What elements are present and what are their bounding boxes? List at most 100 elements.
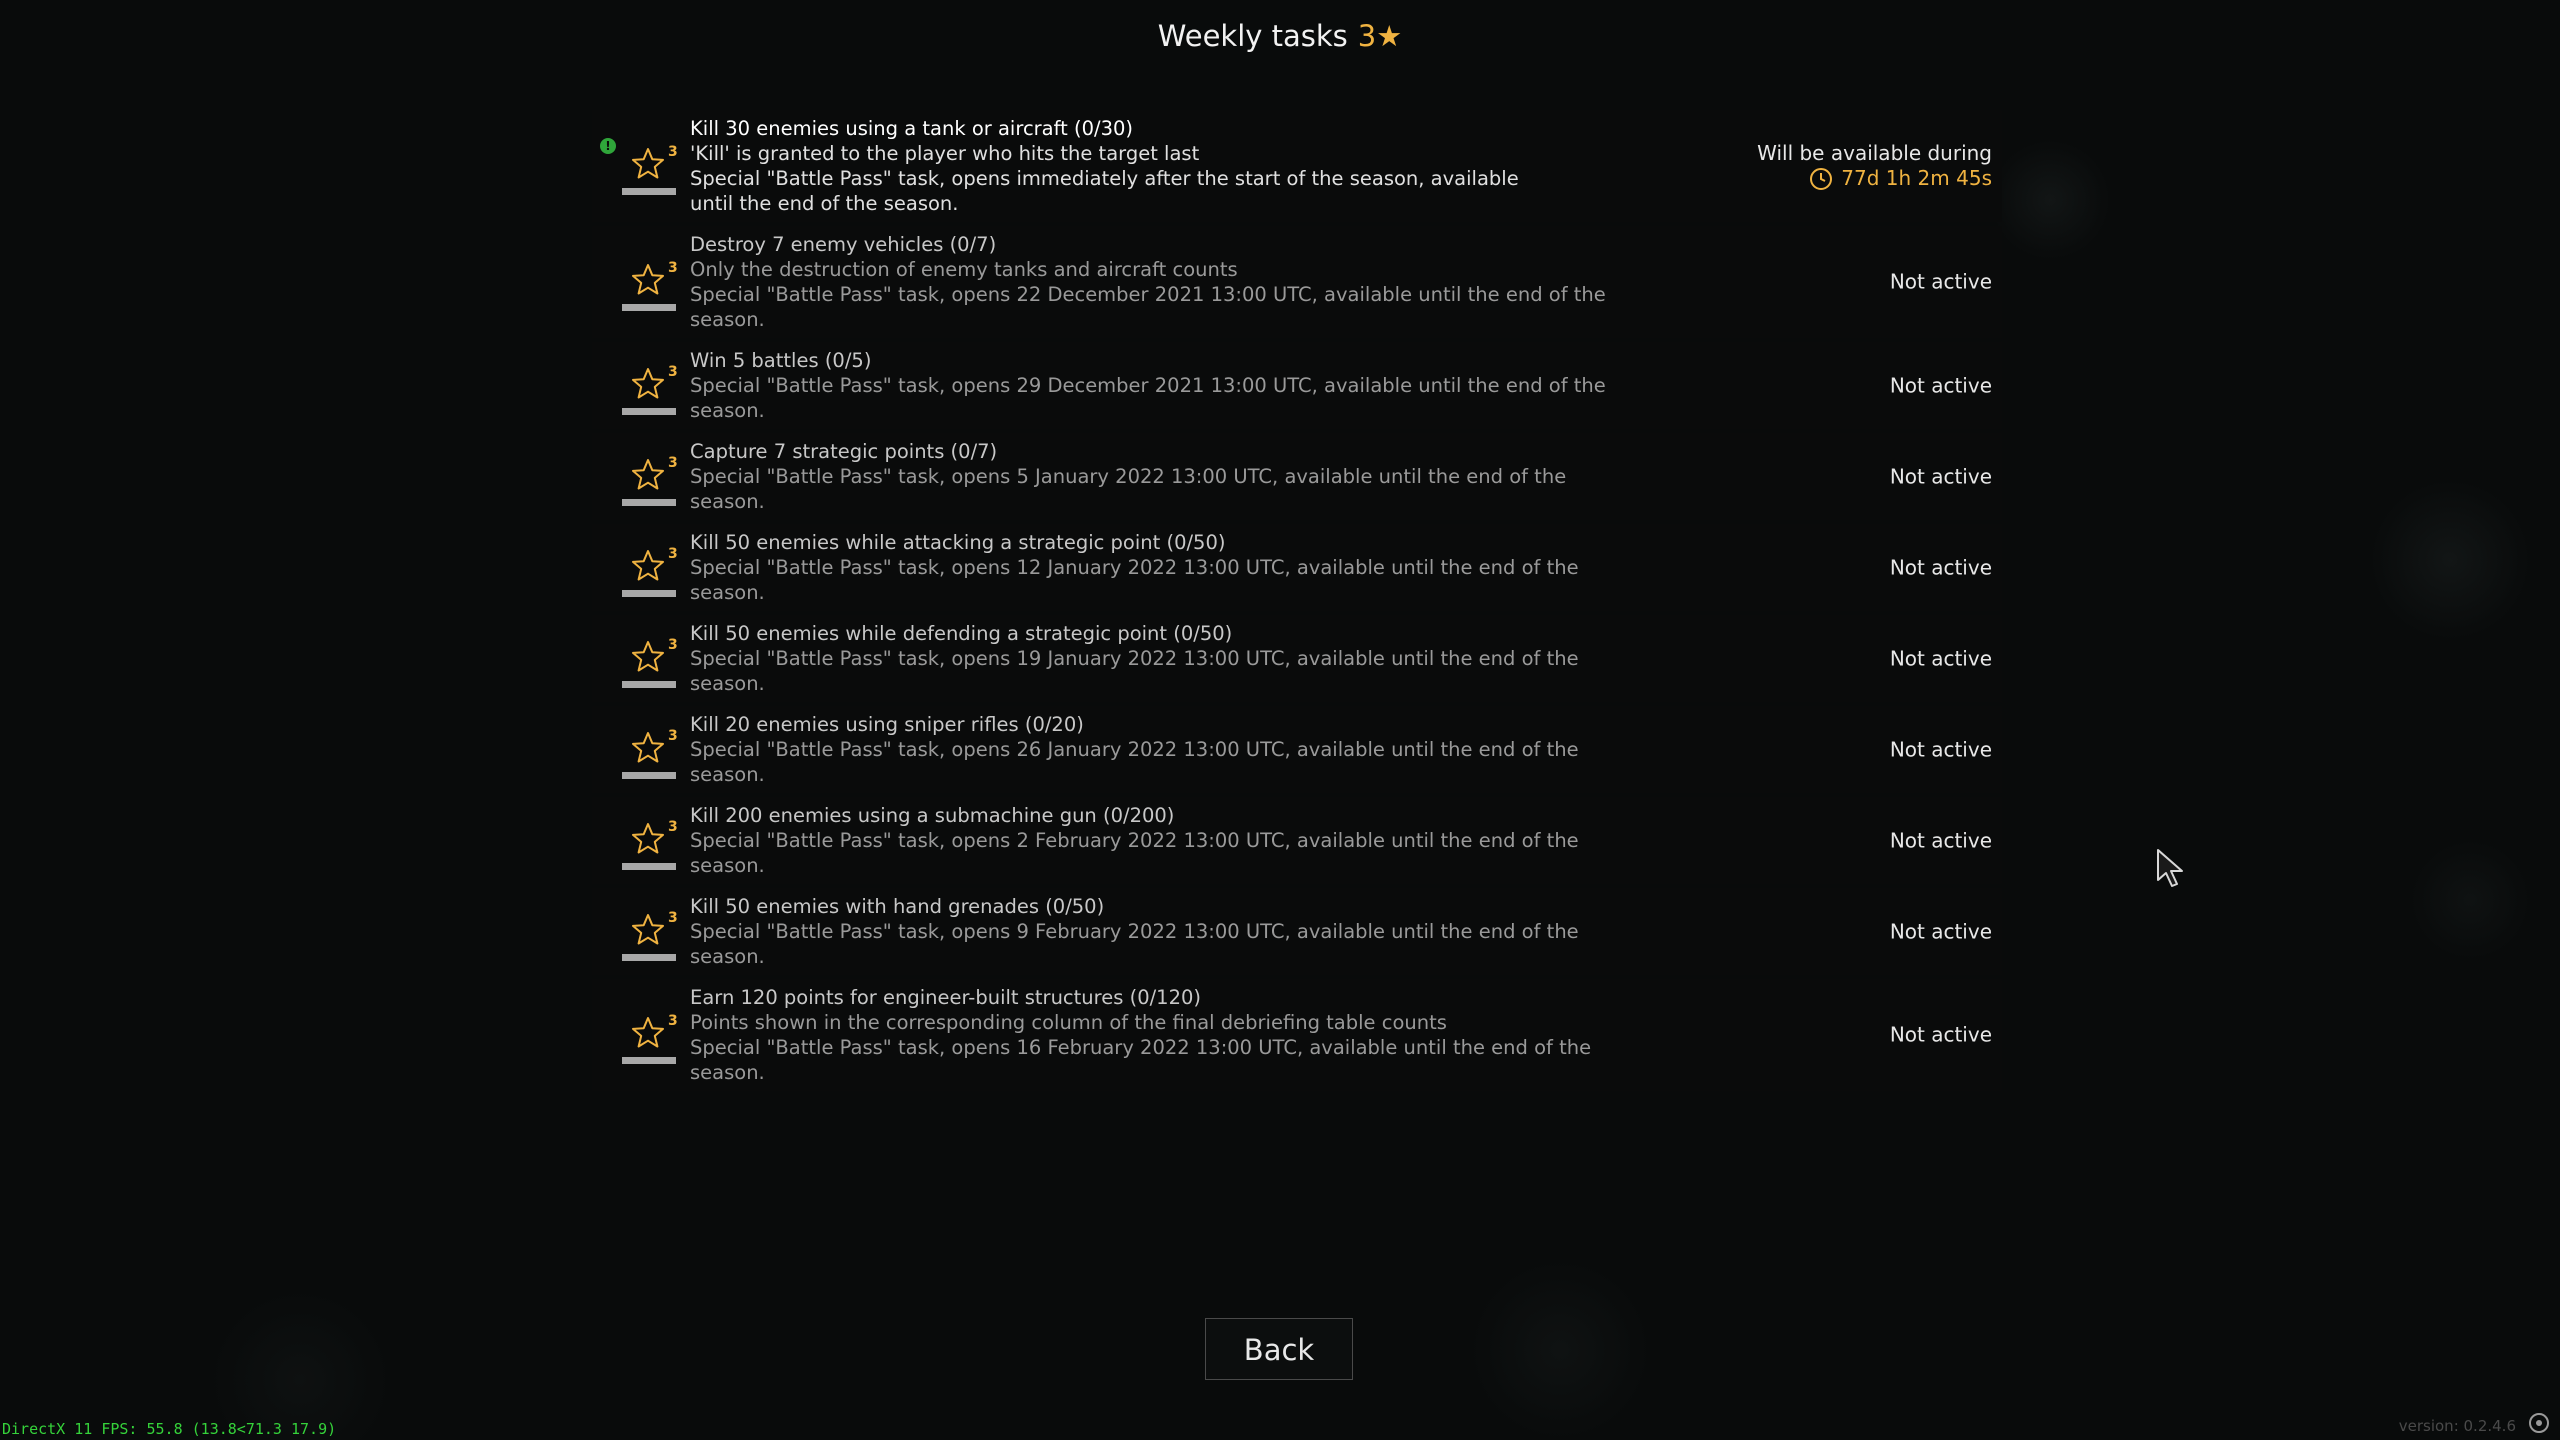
task-description: Kill 30 enemies using a tank or aircraft… <box>690 116 1690 216</box>
task-reward-badge: 3 <box>592 623 690 695</box>
task-progress-bar <box>622 589 676 597</box>
task-status: Not active <box>1890 737 1992 762</box>
task-detail-line: until the end of the season. <box>690 192 959 215</box>
task-detail-line: season. <box>690 581 765 604</box>
version-label: version: 0.2.4.6 <box>2398 1417 2516 1435</box>
star-reward-count: 3 <box>668 727 678 744</box>
star-reward-count: 3 <box>668 636 678 653</box>
task-status-label: Not active <box>1889 464 1992 488</box>
task-detail-line: Special "Battle Pass" task, opens 5 Janu… <box>690 465 1567 488</box>
star-reward-count: 3 <box>668 454 678 471</box>
task-row[interactable]: 3 Win 5 battles (0/5) Special "Battle Pass… <box>592 342 2002 429</box>
title-star-count: 3 <box>1357 19 1377 53</box>
task-row[interactable]: 3 Kill 20 enemies using sniper rifles (0/… <box>592 706 2002 793</box>
task-timer: 77d 1h 2m 45s <box>1757 166 1992 191</box>
task-name: Earn 120 points for engineer-built struc… <box>690 986 1202 1009</box>
task-reward-badge: 3 <box>592 805 690 877</box>
task-name: Kill 50 enemies with hand grenades (0/50… <box>690 895 1105 918</box>
task-progress-bar <box>622 953 676 961</box>
fps-counter: DirectX 11 FPS: 55.8 (13.8<71.3 17.9) <box>2 1420 337 1438</box>
task-row[interactable]: 3 Kill 200 enemies using a submachine gun… <box>592 797 2002 884</box>
star-reward-count: 3 <box>668 1013 678 1029</box>
task-reward-badge: 3 <box>592 714 690 786</box>
task-name: Kill 200 enemies using a submachine gun … <box>690 804 1175 827</box>
task-row[interactable]: 3 Earn 120 points for engineer-built stru… <box>592 979 2002 1091</box>
task-status: Not active <box>1890 646 1992 671</box>
task-progress-bar <box>622 680 676 688</box>
star-reward-count: 3 <box>668 909 678 926</box>
page-title-text: Weekly tasks <box>1157 19 1348 53</box>
star-reward-count: 3 <box>668 545 678 562</box>
back-button[interactable]: Back <box>1205 1318 1353 1380</box>
task-status: Not active <box>1890 919 1992 944</box>
task-name: Kill 20 enemies using sniper rifles (0/2… <box>690 713 1084 736</box>
new-task-alert-icon: ! <box>600 138 616 154</box>
task-detail-line: season. <box>690 399 765 422</box>
star-outline-icon <box>632 822 664 853</box>
task-status: Not active <box>1890 464 1992 489</box>
task-status: Not active <box>1890 373 1992 398</box>
weekly-tasks-screen: Weekly tasks 3★ ! 3 Kill 30 enemies using a… <box>0 0 2560 1440</box>
task-status-label: Not active <box>1889 269 1992 294</box>
task-row[interactable]: 3 Kill 50 enemies with hand grenades (0/5… <box>592 888 2002 975</box>
task-list: ! 3 Kill 30 enemies using a tank or aircra… <box>592 110 2002 1095</box>
task-detail-line: season. <box>690 854 765 877</box>
task-description: Win 5 battles (0/5) Special "Battle Pass"… <box>690 348 1690 423</box>
task-reward-badge: 3 <box>592 246 690 318</box>
task-description: Kill 50 enemies with hand grenades (0/50… <box>690 894 1690 969</box>
task-name: Destroy 7 enemy vehicles (0/7) <box>690 233 997 256</box>
task-reward-badge: 3 <box>592 999 690 1071</box>
task-name: Kill 30 enemies using a tank or aircraft… <box>690 117 1133 140</box>
task-row[interactable]: ! 3 Kill 30 enemies using a tank or aircra… <box>592 110 2002 222</box>
task-detail-line: Special "Battle Pass" task, opens 29 Dec… <box>690 374 1606 397</box>
task-progress-bar <box>622 498 676 506</box>
task-progress-bar <box>622 1057 676 1064</box>
task-row[interactable]: 3 Kill 50 enemies while defending a strat… <box>592 615 2002 702</box>
task-progress-bar <box>622 304 676 311</box>
task-detail-line: season. <box>690 308 765 331</box>
task-detail-line: Special "Battle Pass" task, opens 9 Febr… <box>690 920 1579 943</box>
task-name: Capture 7 strategic points (0/7) <box>690 440 998 463</box>
task-status-label: Not active <box>1889 1022 1992 1047</box>
star-outline-icon <box>632 913 664 944</box>
task-status-label: Not active <box>1889 919 1992 943</box>
star-reward-count: 3 <box>668 144 678 160</box>
task-detail-line: Only the destruction of enemy tanks and … <box>690 258 1238 281</box>
task-reward-badge: 3 <box>592 441 690 513</box>
task-reward-badge: 3 <box>592 532 690 604</box>
star-outline-icon <box>632 148 664 179</box>
task-status-label: Not active <box>1889 646 1992 670</box>
task-row[interactable]: 3 Kill 50 enemies while attacking a strat… <box>592 524 2002 611</box>
task-description: Destroy 7 enemy vehicles (0/7) Only the d… <box>690 232 1690 332</box>
star-outline-icon <box>632 549 664 580</box>
task-progress-bar <box>622 862 676 870</box>
task-description: Capture 7 strategic points (0/7) Special … <box>690 439 1690 514</box>
page-title: Weekly tasks 3★ <box>0 16 2560 56</box>
settings-icon[interactable] <box>2526 1410 2552 1436</box>
task-description: Kill 20 enemies using sniper rifles (0/2… <box>690 712 1690 787</box>
task-status-label: Not active <box>1889 737 1992 761</box>
task-status: Not active <box>1890 270 1992 295</box>
task-description: Kill 50 enemies while attacking a strate… <box>690 530 1690 605</box>
task-status: Not active <box>1890 828 1992 853</box>
star-outline-icon <box>632 1017 664 1048</box>
mouse-cursor-icon <box>2157 849 2183 887</box>
task-status-label: Will be available during <box>1757 141 1992 165</box>
task-status-label: Not active <box>1889 555 1992 579</box>
star-reward-count: 3 <box>668 818 678 835</box>
task-row[interactable]: 3 Capture 7 strategic points (0/7) Special… <box>592 433 2002 520</box>
task-status-label: Not active <box>1889 373 1992 397</box>
task-status: Will be available during 77d 1h 2m 45s <box>1757 141 1992 191</box>
star-outline-icon <box>632 264 664 295</box>
task-detail-line: Special "Battle Pass" task, opens 2 Febr… <box>690 829 1579 852</box>
task-detail-line: season. <box>690 672 765 695</box>
task-name: Win 5 battles (0/5) <box>690 349 872 372</box>
task-reward-badge: 3 <box>592 350 690 422</box>
task-status: Not active <box>1890 555 1992 580</box>
task-detail-line: Special "Battle Pass" task, opens 22 Dec… <box>690 283 1606 306</box>
task-detail-line: Points shown in the corresponding column… <box>690 1011 1447 1034</box>
task-description: Earn 120 points for engineer-built struc… <box>690 985 1690 1085</box>
task-row[interactable]: 3 Destroy 7 enemy vehicles (0/7) Only the … <box>592 226 2002 338</box>
task-detail-line: season. <box>690 945 765 968</box>
title-star-icon: ★ <box>1376 19 1403 53</box>
